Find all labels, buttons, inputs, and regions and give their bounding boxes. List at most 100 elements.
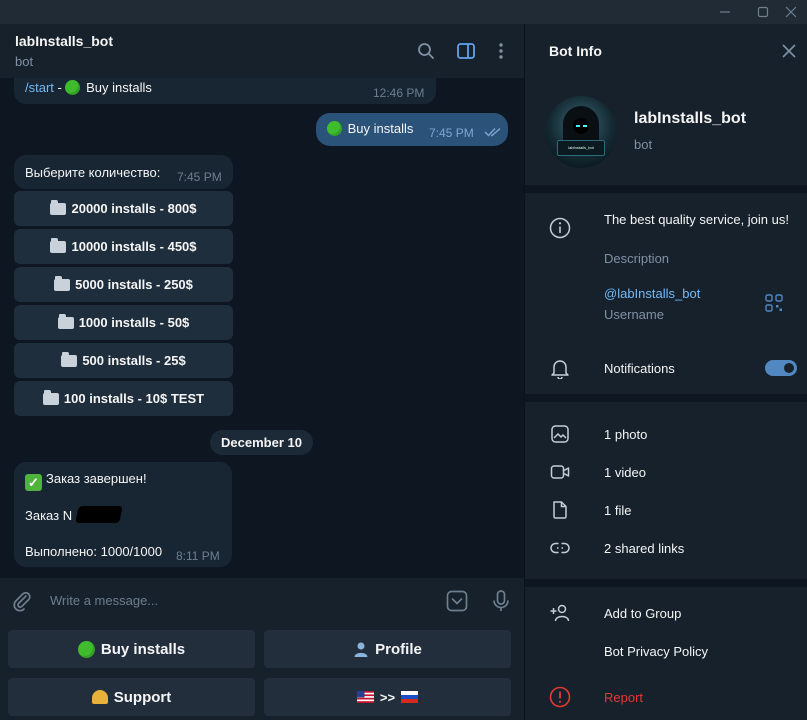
chat-subtitle: bot [15, 54, 34, 69]
qr-code-icon[interactable] [765, 294, 783, 312]
green-circle-icon [77, 640, 95, 658]
folder-icon [61, 351, 78, 367]
close-icon[interactable] [781, 43, 797, 59]
order-number-text: Заказ N [25, 508, 73, 523]
inline-button-label: 10000 installs - 450$ [71, 239, 197, 254]
bot-subtitle: bot [634, 137, 653, 152]
window-titlebar [0, 0, 807, 24]
ru-flag-icon [401, 691, 419, 703]
completed-count-text: Выполнено: 1000/1000 [25, 544, 163, 559]
close-icon[interactable] [783, 4, 799, 20]
message-time: 7:45 PM [429, 126, 474, 140]
media-videos[interactable]: 1 video [604, 465, 646, 480]
inline-button-label: 1000 installs - 50$ [78, 315, 190, 330]
message-text: Buy installs [86, 80, 152, 95]
inline-button-label: 20000 installs - 800$ [71, 201, 197, 216]
message-text: Buy installs [347, 121, 414, 136]
message-outgoing-text: Buy installs [327, 121, 413, 136]
bot-username[interactable]: @labInstalls_bot [604, 286, 700, 301]
inline-button-100-test[interactable]: 100 installs - 10$ TEST [14, 381, 233, 416]
date-separator: December 10 [210, 430, 313, 455]
buy-installs-button[interactable]: Buy installs [8, 630, 255, 668]
report-icon [549, 686, 571, 708]
button-label: Buy installs [100, 640, 186, 658]
avatar-eye [576, 125, 580, 127]
message-time: 12:46 PM [373, 86, 425, 100]
file-icon [549, 499, 571, 521]
green-circle-icon [327, 121, 342, 136]
notifications-toggle[interactable] [765, 360, 797, 376]
message-choose-quantity[interactable]: Выберите количество: 7:45 PM [14, 155, 233, 189]
add-user-icon [549, 602, 571, 624]
maximize-icon[interactable] [755, 4, 771, 20]
username-label: Username [604, 307, 664, 322]
button-label: Support [113, 688, 172, 706]
message-composer: Write a message... [0, 578, 524, 624]
toggle-knob [782, 361, 796, 375]
notifications-label: Notifications [604, 361, 675, 376]
profile-button[interactable]: Profile [264, 630, 511, 668]
message-start[interactable]: /start - Buy installs 12:46 PM [14, 78, 436, 104]
chat-title[interactable]: labInstalls_bot [15, 33, 113, 49]
bot-avatar[interactable]: labInstalls_bot [545, 96, 617, 168]
inline-button-label: 500 installs - 25$ [82, 353, 186, 368]
person-icon [354, 642, 368, 657]
bot-commands-icon[interactable] [445, 589, 469, 613]
start-command-link[interactable]: /start [25, 80, 54, 95]
inline-button-label: 100 installs - 10$ TEST [63, 391, 205, 406]
message-time: 8:11 PM [176, 549, 220, 563]
message-input[interactable]: Write a message... [50, 593, 158, 608]
folder-icon [50, 199, 67, 215]
message-text: Выберите количество: [25, 165, 161, 180]
message-start-text: /start - Buy installs [25, 80, 152, 95]
report-button[interactable]: Report [604, 690, 643, 705]
bot-description: The best quality service, join us! [604, 212, 789, 227]
media-links[interactable]: 2 shared links [604, 541, 684, 556]
folder-icon [57, 313, 74, 329]
bell-icon [91, 690, 108, 704]
info-icon [549, 217, 571, 239]
folder-icon [50, 237, 67, 253]
privacy-policy-button[interactable]: Bot Privacy Policy [604, 644, 708, 659]
media-files[interactable]: 1 file [604, 503, 631, 518]
section-separator [525, 579, 807, 587]
sidebar-toggle-icon[interactable] [456, 41, 476, 61]
inline-button-1000[interactable]: 1000 installs - 50$ [14, 305, 233, 340]
bot-info-panel: Bot Info labInstalls_bot labInstalls_bot… [525, 24, 807, 720]
video-icon [549, 461, 571, 483]
minimize-icon[interactable] [717, 4, 733, 20]
message-text: Заказ завершен! [46, 471, 147, 486]
message-order-complete[interactable]: ✓ Заказ завершен! Заказ N Выполнено: 1000… [14, 462, 232, 567]
panel-title: Bot Info [549, 43, 602, 59]
link-icon [549, 537, 571, 559]
inline-button-label: 5000 installs - 250$ [75, 277, 193, 292]
message-separator: - [53, 80, 66, 95]
button-label: Profile [375, 640, 422, 658]
inline-button-500[interactable]: 500 installs - 25$ [14, 343, 233, 378]
support-button[interactable]: Support [8, 678, 255, 716]
reply-keyboard: Buy installs Profile Support >> [0, 624, 524, 720]
bell-icon [549, 357, 571, 379]
chat-history[interactable]: /start - Buy installs 12:46 PM Buy insta… [0, 78, 524, 578]
folder-icon [54, 275, 71, 291]
more-vertical-icon[interactable] [491, 41, 511, 61]
section-separator [525, 185, 807, 193]
language-button[interactable]: >> [264, 678, 511, 716]
inline-button-20000[interactable]: 20000 installs - 800$ [14, 191, 233, 226]
media-photos[interactable]: 1 photo [604, 427, 647, 442]
avatar-eye [583, 125, 587, 127]
description-label: Description [604, 251, 670, 266]
green-circle-icon [65, 80, 81, 95]
folder-icon [42, 389, 59, 405]
search-icon[interactable] [416, 41, 436, 61]
inline-button-5000[interactable]: 5000 installs - 250$ [14, 267, 233, 302]
bot-name: labInstalls_bot [634, 110, 747, 127]
attach-icon[interactable] [10, 589, 34, 613]
microphone-icon[interactable] [489, 589, 513, 613]
message-outgoing[interactable]: Buy installs 7:45 PM [316, 113, 508, 146]
inline-button-10000[interactable]: 10000 installs - 450$ [14, 229, 233, 264]
us-flag-icon [356, 691, 374, 703]
double-check-icon [484, 127, 501, 137]
add-to-group-button[interactable]: Add to Group [604, 606, 681, 621]
message-line: ✓ Заказ завершен! [25, 471, 147, 491]
